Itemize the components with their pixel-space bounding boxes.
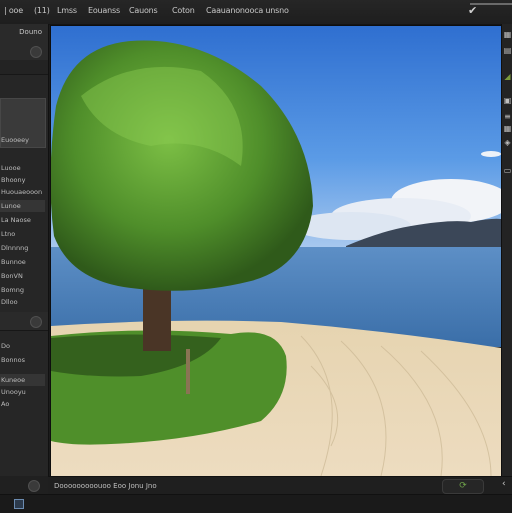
list-icon[interactable]: ≡ [503, 112, 512, 121]
left-panel-footer [0, 476, 48, 494]
list-item[interactable]: Kuneoe [0, 374, 45, 386]
list-item[interactable]: La Naose [0, 214, 45, 226]
frame-icon[interactable]: ▭ [503, 166, 512, 175]
list-item[interactable]: Luooe [0, 162, 45, 174]
list-item[interactable]: Ltno [0, 228, 45, 240]
list-item[interactable]: Dlnnnng [0, 242, 45, 254]
grid-icon[interactable]: ▦ [503, 30, 512, 39]
menu-edit[interactable]: Eouanss [88, 6, 120, 15]
list-item[interactable]: Dlloo [0, 296, 45, 308]
menu-color[interactable]: Coton [172, 6, 195, 15]
panel-spacer [0, 60, 48, 75]
list-item-selected[interactable]: Lunoe [0, 200, 45, 212]
status-text: Dooooooooouoo Eoo Jonu Jno [54, 482, 157, 490]
menu-bar: | ooe (11) Lmss Eouanss Cauons Coton Caa… [0, 0, 512, 25]
triangle-icon[interactable]: ◢ [503, 72, 512, 81]
panel-header: Douno [0, 24, 48, 43]
toolbar-right: ✔ [452, 0, 512, 22]
panel-section [0, 312, 48, 331]
list-item[interactable]: Euooeey [0, 134, 45, 146]
grid-icon[interactable]: ▦ [503, 124, 512, 133]
checkmark-icon[interactable]: ✔ [468, 4, 488, 18]
status-bar: Dooooooooouoo Eoo Jonu Jno ⟳ ‹ [48, 476, 512, 495]
chevron-icon[interactable]: ‹ [502, 479, 506, 489]
right-toolbar: ▦ ▤ ◢ ▣ ≡ ▦ ◈ ▭ [501, 24, 512, 476]
refresh-icon: ⟳ [459, 481, 467, 491]
footer-bar [0, 494, 512, 513]
panel-footer-button[interactable] [28, 480, 40, 492]
menu-options[interactable]: Cauons [129, 6, 158, 15]
layers-icon[interactable]: ▤ [503, 46, 512, 55]
panel-subheader [0, 42, 48, 61]
window-icon[interactable] [14, 499, 24, 509]
panel-header-label: Douno [19, 28, 42, 36]
list-item[interactable]: Ao [0, 398, 45, 410]
menu-view[interactable]: Caauanonooca unsno [206, 6, 289, 15]
image-canvas[interactable] [50, 25, 502, 477]
list-item[interactable]: Unooyu [0, 386, 45, 398]
left-panel: Douno Euooeey Luooe Bhoony Huouaeooon Lu… [0, 24, 49, 476]
list-item[interactable]: Bunnoe [0, 256, 45, 268]
crop-icon[interactable]: ▣ [503, 96, 512, 105]
list-item[interactable]: Bonnos [0, 354, 45, 366]
post [186, 349, 190, 394]
list-item[interactable]: Bomng [0, 284, 45, 296]
list-item[interactable]: Huouaeooon [0, 186, 45, 198]
adjust-icon[interactable]: ◈ [503, 138, 512, 147]
list-item[interactable]: Bhoony [0, 174, 45, 186]
list-item[interactable]: BonVN [0, 270, 45, 282]
menu-file[interactable]: | ooe [4, 6, 23, 15]
menu-image[interactable]: Lmss [57, 6, 77, 15]
refresh-button[interactable]: ⟳ [442, 479, 484, 494]
menu-count[interactable]: (11) [34, 6, 50, 15]
landscape-image [51, 26, 501, 476]
list-item[interactable]: Do [0, 340, 45, 352]
options-icon[interactable] [30, 316, 42, 328]
settings-icon[interactable] [30, 46, 42, 58]
